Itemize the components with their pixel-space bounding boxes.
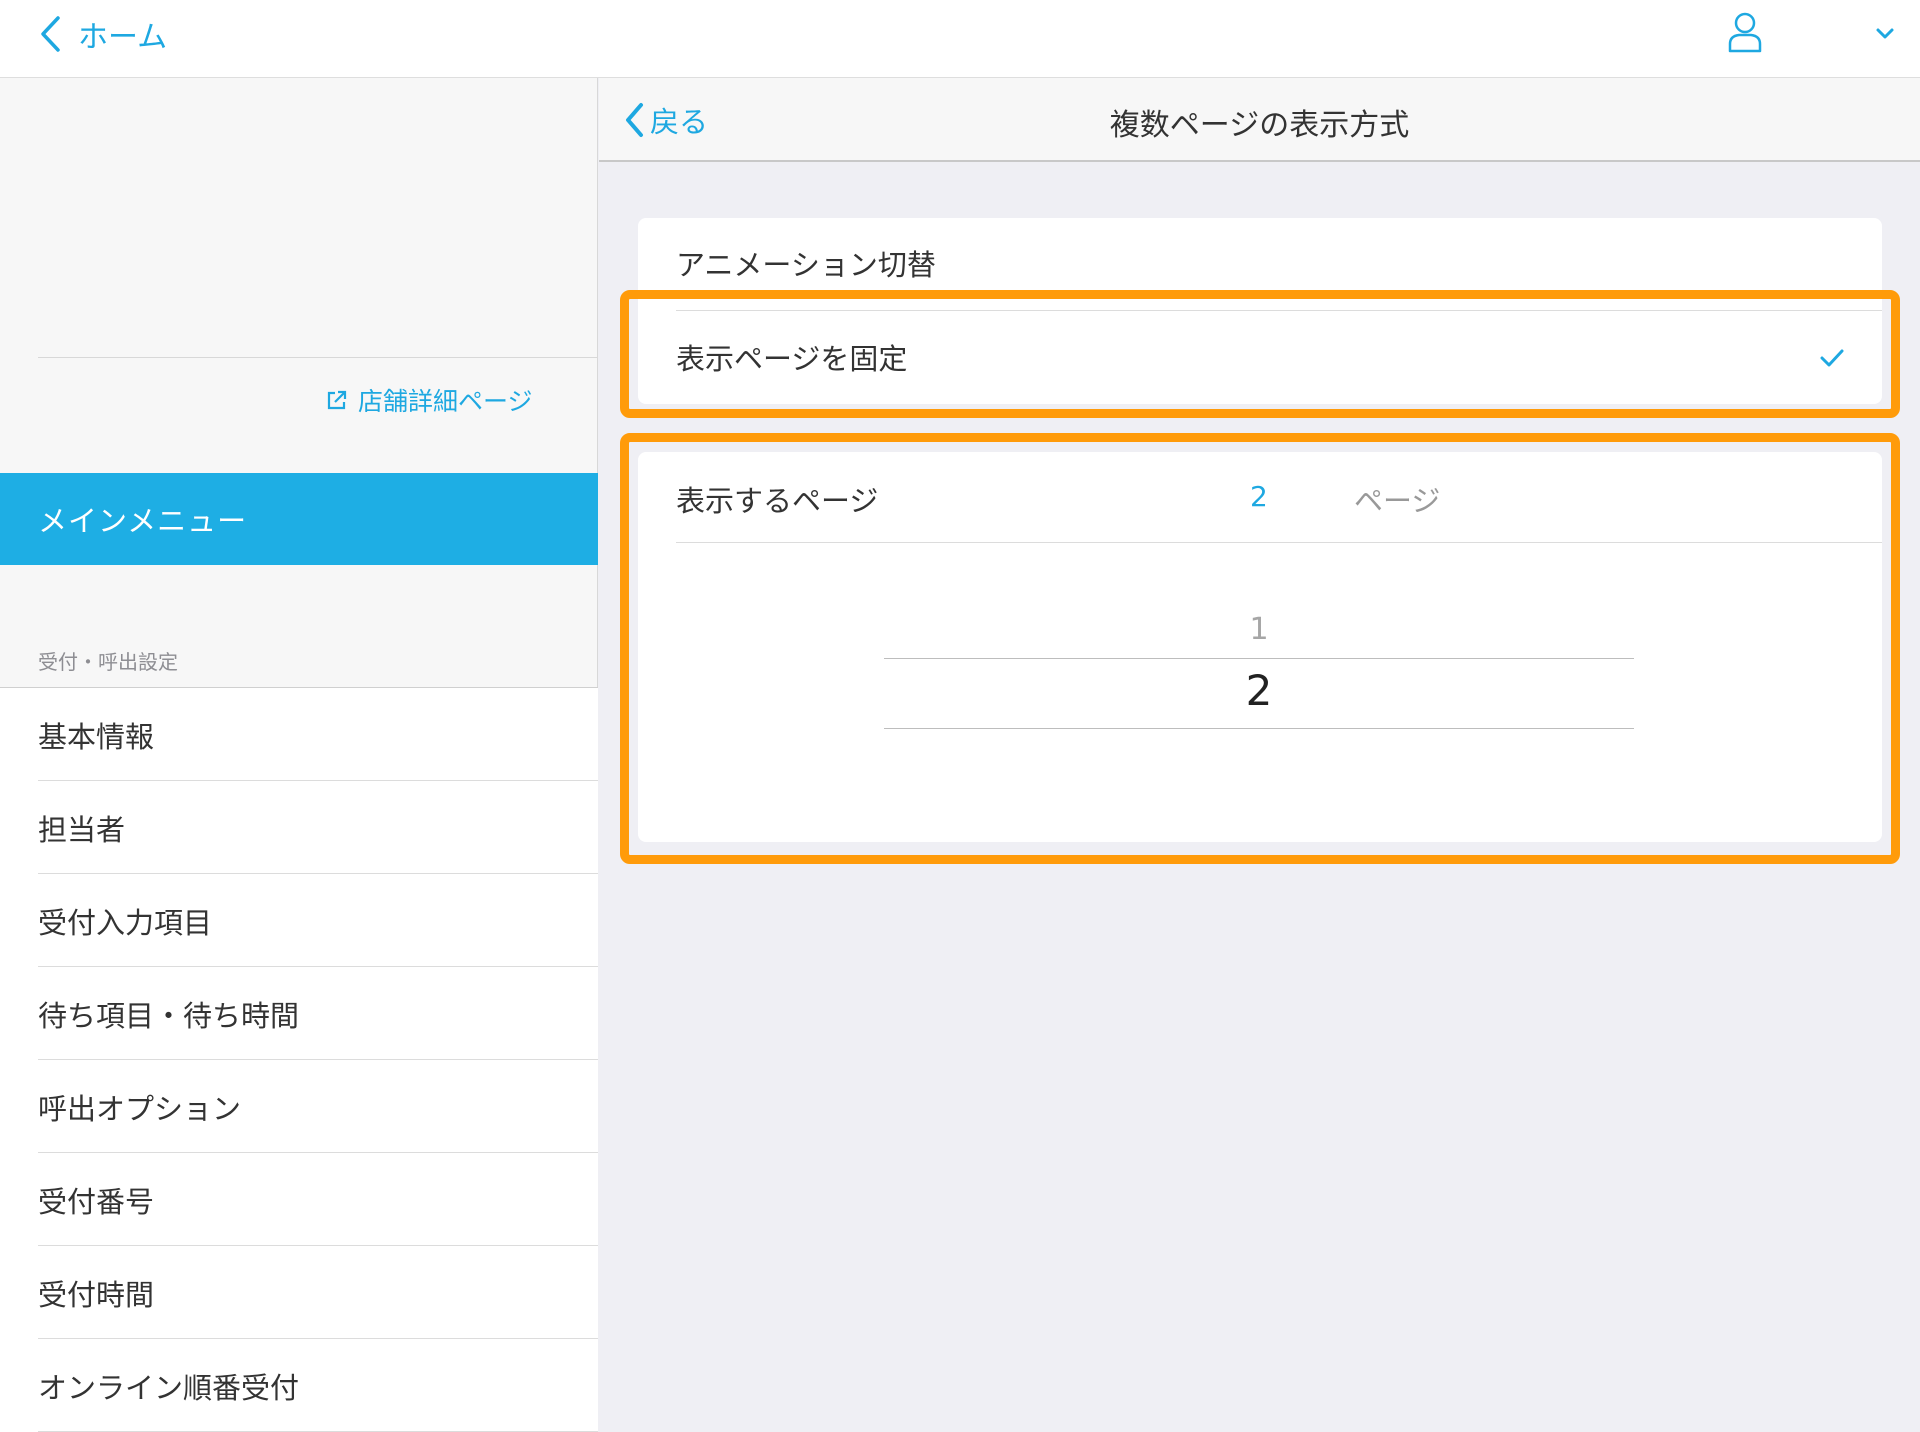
sidebar-item-online-queue[interactable]: オンライン順番受付 [0,1339,598,1432]
user-icon[interactable] [1727,11,1763,53]
sidebar-item-basic-info[interactable]: 基本情報 [0,688,598,781]
external-link-icon [327,390,347,410]
picker-selection-line-bottom [884,728,1634,729]
chevron-down-icon[interactable] [1874,26,1896,42]
page-setting-card: 表示するページ 2 ページ 1 2 [638,452,1882,842]
sidebar-item-wait-items[interactable]: 待ち項目・待ち時間 [0,967,598,1060]
sidebar-menu-list: 基本情報 担当者 受付入力項目 待ち項目・待ち時間 呼出オプション 受付番号 受… [0,687,598,1432]
sidebar-item-reception-fields[interactable]: 受付入力項目 [0,874,598,967]
option-animation-label: アニメーション切替 [676,248,936,282]
display-mode-options: アニメーション切替 表示ページを固定 [638,218,1882,404]
page-setting-label: 表示するページ [676,484,879,518]
home-back-button[interactable]: ホーム [38,8,167,60]
top-bar: ホーム [0,0,1920,78]
section-label: 受付・呼出設定 [38,650,178,674]
home-back-label: ホーム [78,20,168,55]
page-setting-separator [676,542,1882,543]
option-fixed-page-label: 表示ページを固定 [676,342,908,376]
main-menu-item[interactable]: メインメニュー [0,473,598,565]
store-detail-link-label: 店舗詳細ページ [358,387,533,416]
picker-selection-line-top [884,658,1634,659]
option-animation-switch[interactable]: アニメーション切替 [638,218,1882,308]
sidebar-item-call-options[interactable]: 呼出オプション [0,1060,598,1153]
chevron-left-icon [41,16,60,52]
page-setting-unit: ページ [1354,484,1441,518]
detail-navbar: 戻る 複数ページの表示方式 [599,78,1920,162]
page-setting-value[interactable]: 2 [1250,480,1268,513]
sidebar: 店舗詳細ページ メインメニュー 受付・呼出設定 基本情報 担当者 受付入力項目 … [0,78,598,1432]
option-fixed-page[interactable]: 表示ページを固定 [638,312,1882,402]
sidebar-item-reception-hours[interactable]: 受付時間 [0,1246,598,1339]
sidebar-item-reception-number[interactable]: 受付番号 [0,1153,598,1246]
store-detail-link[interactable]: 店舗詳細ページ [326,380,533,420]
picker-option-selected[interactable]: 2 [884,666,1634,715]
picker-option[interactable]: 1 [884,612,1634,647]
checkmark-icon [1820,349,1844,367]
page-title: 複数ページの表示方式 [1109,108,1410,143]
sidebar-item-staff[interactable]: 担当者 [0,781,598,874]
sidebar-divider [38,357,598,358]
option-separator [676,310,1882,311]
